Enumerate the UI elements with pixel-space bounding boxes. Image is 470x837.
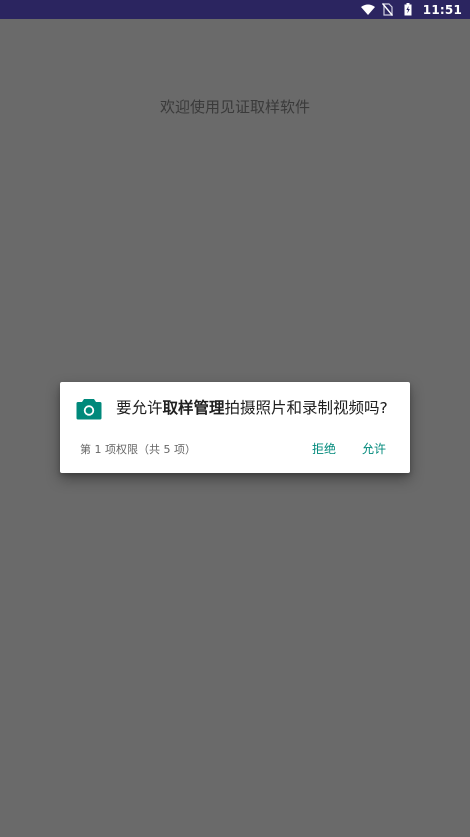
permission-dialog: 要允许取样管理拍摄照片和录制视频吗? 第 1 项权限（共 5 项） 拒绝 允许 (60, 382, 410, 473)
camera-icon (76, 398, 102, 420)
status-time: 11:51 (422, 2, 462, 17)
permission-counter: 第 1 项权限（共 5 项） (80, 443, 196, 456)
permission-message: 要允许取样管理拍摄照片和录制视频吗? (116, 396, 400, 420)
message-suffix: 拍摄照片和录制视频吗? (224, 399, 388, 417)
status-bar: 11:51 (0, 0, 470, 19)
no-sim-icon (381, 3, 395, 17)
message-prefix: 要允许 (116, 399, 163, 417)
deny-button[interactable]: 拒绝 (308, 438, 340, 459)
battery-charging-icon (401, 3, 415, 17)
allow-button[interactable]: 允许 (358, 438, 390, 459)
welcome-text: 欢迎使用见证取样软件 (159, 98, 310, 116)
wifi-icon (360, 3, 375, 17)
app-name: 取样管理 (162, 399, 225, 417)
